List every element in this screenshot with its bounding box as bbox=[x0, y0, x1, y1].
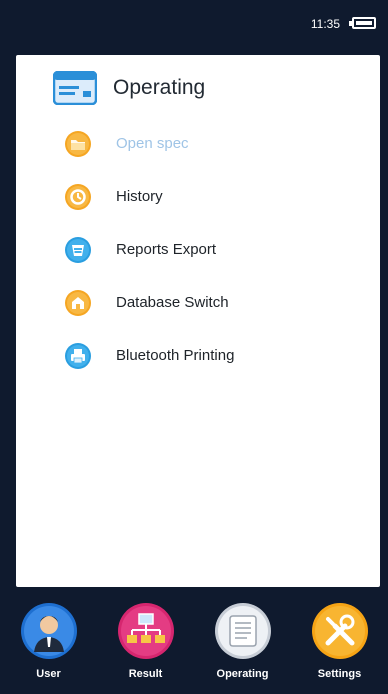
panel-title: Operating bbox=[113, 76, 206, 99]
dock-item-settings[interactable]: Settings bbox=[295, 596, 385, 680]
document-icon bbox=[214, 603, 271, 659]
dock-label: Settings bbox=[317, 668, 362, 680]
menu-item-history[interactable]: History bbox=[16, 170, 380, 223]
menu-item-label: Open spec bbox=[116, 135, 189, 152]
dock-label: Operating bbox=[216, 668, 269, 680]
folder-icon bbox=[65, 130, 91, 157]
menu-item-label: History bbox=[116, 188, 163, 205]
operating-panel: Operating Open spec History Reports Expo… bbox=[16, 55, 380, 587]
history-icon bbox=[65, 183, 91, 210]
tools-icon bbox=[311, 603, 368, 659]
database-switch-icon bbox=[65, 289, 91, 316]
dock-label: Result bbox=[128, 668, 163, 680]
panel-header: Operating bbox=[53, 71, 205, 105]
menu-item-open-spec[interactable]: Open spec bbox=[16, 117, 380, 170]
menu-item-bluetooth-printing[interactable]: Bluetooth Printing bbox=[16, 329, 380, 382]
menu-item-reports-export[interactable]: Reports Export bbox=[16, 223, 380, 276]
menu-item-label: Database Switch bbox=[116, 294, 229, 311]
dock-item-user[interactable]: User bbox=[4, 596, 94, 680]
menu-item-database-switch[interactable]: Database Switch bbox=[16, 276, 380, 329]
menu-list: Open spec History Reports Export Databas… bbox=[16, 117, 380, 382]
dock-item-result[interactable]: Result bbox=[101, 596, 191, 680]
menu-item-label: Bluetooth Printing bbox=[116, 347, 235, 364]
dock-item-operating[interactable]: Operating bbox=[198, 596, 288, 680]
bottom-dock: User Result Operating Settings bbox=[0, 596, 388, 694]
status-time: 11:35 bbox=[310, 17, 340, 31]
battery-icon bbox=[349, 17, 376, 29]
menu-item-label: Reports Export bbox=[116, 241, 217, 258]
printer-icon bbox=[65, 342, 91, 369]
window-icon bbox=[53, 71, 97, 105]
export-icon bbox=[65, 236, 91, 263]
network-icon bbox=[117, 603, 174, 659]
status-bar: 11:35 bbox=[0, 0, 388, 46]
user-icon bbox=[20, 603, 77, 659]
dock-label: User bbox=[36, 668, 61, 680]
